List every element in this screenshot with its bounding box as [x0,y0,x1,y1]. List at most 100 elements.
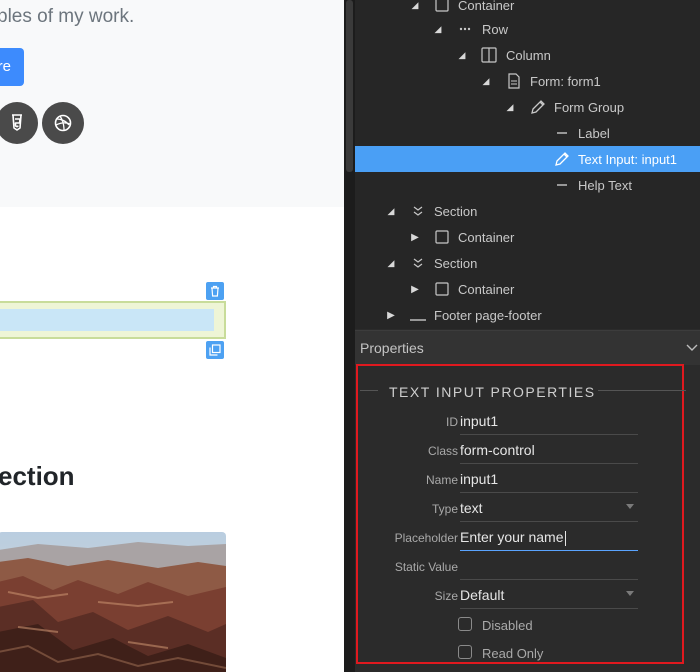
expanded-arrow-icon[interactable]: ◢ [480,68,492,94]
tree-item-label: Text Input: input1 [578,151,678,167]
duplicate-element-icon[interactable] [206,341,224,359]
tree-item-label: Column [506,47,551,63]
tree-item-label: Section [434,255,478,271]
tree-item-label-element[interactable]: Label [355,120,700,146]
disabled-label[interactable]: Disabled [482,618,533,633]
divider [594,390,686,391]
class-label: Class [427,444,458,458]
structure-tree: ◢ Container ◢ Row ◢ Column ◢ Form: form1… [355,0,700,329]
chevrons-icon [409,198,427,224]
tree-item-footer[interactable]: ▶ Footer page-footer [355,302,700,328]
prop-row-read-only: Read Only [358,640,686,668]
expanded-arrow-icon[interactable]: ◢ [504,94,516,120]
prop-row-disabled: Disabled [358,612,686,640]
name-field[interactable]: input1 [460,469,638,493]
hero-section[interactable]: ples of my work. re [0,0,344,207]
type-label: Type [431,502,458,516]
type-select[interactable]: text [460,498,638,522]
tree-item-label: Row [482,21,509,37]
expanded-arrow-icon[interactable]: ◢ [456,42,468,68]
tree-item-label: Container [458,281,515,297]
pencil-icon [553,146,571,172]
tree-item-help-text[interactable]: Help Text [355,172,700,198]
tree-item-text-input[interactable]: Text Input: input1 [355,146,700,172]
tree-item-container[interactable]: ▶ Container [355,276,700,302]
selected-text-input[interactable] [0,301,226,339]
scrollbar-thumb[interactable] [346,0,353,172]
prop-row-placeholder: Placeholder Enter your name [358,523,686,551]
placeholder-field[interactable]: Enter your name [460,527,638,551]
dropdown-caret-icon [626,591,634,596]
properties-title: Properties [360,340,424,356]
properties-header[interactable]: Properties [355,330,700,365]
editor-panel: ◢ Container ◢ Row ◢ Column ◢ Form: form1… [355,0,700,672]
read-only-checkbox[interactable] [458,645,472,659]
size-select-value: Default [460,587,505,603]
tree-item-form-group[interactable]: ◢ Form Group [355,94,700,120]
tree-item-container[interactable]: ▶ Container [355,224,700,250]
static-value-label: Static Value [394,560,458,574]
delete-element-icon[interactable] [206,282,224,300]
tree-item-label: Help Text [578,177,632,193]
divider [360,390,378,391]
section-heading: ection [0,461,75,491]
tree-item-section[interactable]: ◢ Section [355,250,700,276]
static-value-field[interactable] [460,556,638,580]
text-input-properties-group: TEXT INPUT PROPERTIES ID input1 Class fo… [356,364,686,664]
size-select[interactable]: Default [460,585,638,609]
placeholder-label: Placeholder [394,531,458,545]
collapsed-arrow-icon[interactable]: ▶ [385,302,397,328]
hero-text: ples of my work. [0,6,135,27]
tree-item-section[interactable]: ◢ Section [355,198,700,224]
disabled-checkbox[interactable] [458,617,472,631]
tree-item-label: Footer page-footer [434,307,542,323]
page-canvas: ples of my work. re ection [0,0,344,672]
column-icon [480,42,498,68]
id-field[interactable]: input1 [460,411,638,435]
dropdown-caret-icon [626,504,634,509]
box-icon [433,224,451,250]
collapsed-arrow-icon[interactable]: ▶ [409,276,421,302]
size-label: Size [434,589,458,603]
read-only-label[interactable]: Read Only [482,646,543,661]
collapsed-arrow-icon[interactable]: ▶ [409,224,421,250]
group-title: TEXT INPUT PROPERTIES [387,384,598,400]
placeholder-field-value: Enter your name [460,529,564,545]
box-icon [433,276,451,302]
expanded-arrow-icon[interactable]: ◢ [385,250,397,276]
tree-item-row[interactable]: ◢ Row [355,16,700,42]
hero-button[interactable]: re [0,48,24,86]
prop-row-name: Name input1 [358,465,686,493]
tree-item-column[interactable]: ◢ Column [355,42,700,68]
dots-icon [456,16,474,42]
type-select-value: text [460,500,483,516]
prop-row-size: Size Default [358,581,686,609]
prop-row-class: Class form-control [358,436,686,464]
tree-item-label: Form Group [554,99,625,115]
dash-icon [553,172,571,198]
dribbble-icon[interactable] [42,102,84,144]
text-input-field[interactable] [0,309,214,331]
tree-item-label: Section [434,203,478,219]
prop-row-id: ID input1 [358,407,686,435]
tree-item-form[interactable]: ◢ Form: form1 [355,68,700,94]
class-field[interactable]: form-control [460,440,638,464]
canyon-photo[interactable] [0,532,226,672]
html5-icon[interactable] [0,102,38,144]
chevrons-icon [409,250,427,276]
tree-item-label: Form: form1 [530,73,601,89]
text-cursor [564,530,566,546]
name-label: Name [425,473,458,487]
hero-button-label: re [0,58,11,75]
chevron-down-icon[interactable] [684,340,700,356]
file-icon [505,68,523,94]
expanded-arrow-icon[interactable]: ◢ [385,198,397,224]
prop-row-type: Type text [358,494,686,522]
id-label: ID [446,415,458,429]
pencil-icon [529,94,547,120]
scrollbar[interactable] [344,0,355,672]
tree-item-label: Container [458,229,515,245]
prop-row-static-value: Static Value [358,552,686,580]
dash-icon [553,120,571,146]
expanded-arrow-icon[interactable]: ◢ [432,16,444,42]
